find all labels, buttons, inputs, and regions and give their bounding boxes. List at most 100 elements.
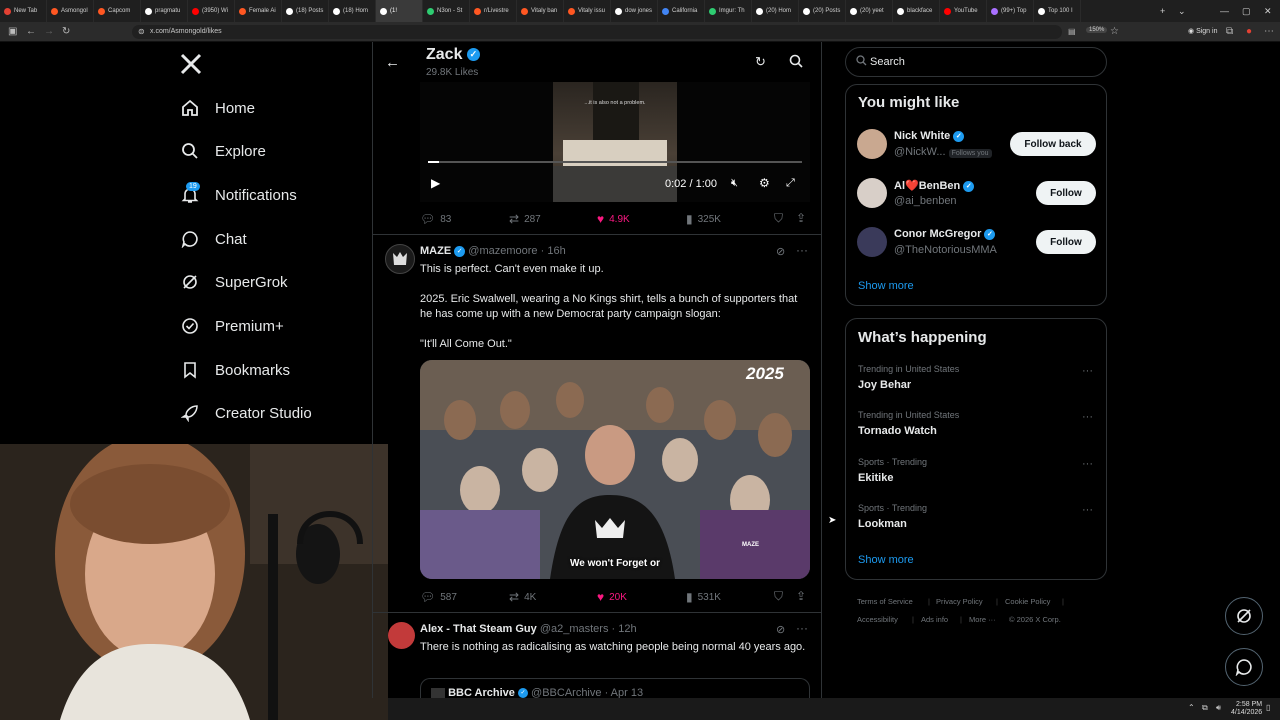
views-button[interactable]: ▮ 531K (686, 590, 721, 604)
nav-bookmarks[interactable]: Bookmarks (180, 355, 290, 385)
follow-back-button[interactable]: Follow back (1010, 132, 1096, 156)
avatar[interactable] (857, 178, 887, 208)
nav-chat[interactable]: Chat (180, 224, 247, 254)
trend-item[interactable]: Ekitike (858, 472, 893, 484)
more-options-icon[interactable]: ··· (796, 621, 808, 635)
follow-button[interactable]: Follow (1036, 181, 1096, 205)
site-info-icon[interactable]: ⊜ (138, 25, 145, 39)
suggestion-name[interactable]: Al❤️BenBen ✓ (894, 179, 975, 192)
profile-icon[interactable]: ● (1246, 26, 1252, 38)
minimize-button[interactable]: — (1220, 0, 1229, 22)
new-tab-button[interactable]: + (1160, 0, 1165, 22)
footer-accessibility-link[interactable]: Accessibility (857, 615, 898, 624)
bookmark-post-button[interactable]: ⛉ (774, 211, 788, 226)
trend-more-options-icon[interactable]: ··· (1082, 411, 1093, 423)
back-button[interactable]: ← (26, 26, 36, 38)
suggestion-name[interactable]: Conor McGregor ✓ (894, 228, 996, 240)
volume-icon[interactable]: 🔊︎ (1216, 703, 1221, 713)
footer-cookie-link[interactable]: Cookie Policy (1005, 597, 1050, 606)
footer-privacy-link[interactable]: Privacy Policy (936, 597, 983, 606)
browser-tab[interactable]: Vitaly ban (517, 0, 564, 22)
tweet-author[interactable]: MAZE ✓ @mazemoore · 16h (420, 245, 566, 257)
browser-tab[interactable]: (18) Posts (282, 0, 329, 22)
browser-tab[interactable]: Top 100 I (1034, 0, 1081, 22)
play-icon[interactable]: ▶ (431, 176, 440, 190)
browser-tab[interactable]: YouTube (940, 0, 987, 22)
trend-item[interactable]: Tornado Watch (858, 425, 937, 437)
back-arrow-icon[interactable]: ← (385, 54, 400, 71)
trend-more-options-icon[interactable]: ··· (1082, 365, 1093, 377)
trend-item[interactable]: Lookman (858, 518, 907, 530)
address-bar[interactable]: ⊜ x.com/Asmongold/likes (132, 25, 1062, 39)
fullscreen-icon[interactable]: ⤢ (786, 177, 795, 190)
browser-tab[interactable]: (20) yeet (846, 0, 893, 22)
repost-button[interactable]: ⇄ 287 (509, 212, 541, 226)
network-icon[interactable]: ⧉ (1202, 703, 1208, 713)
video-player[interactable]: ...it is also not a problem. ▶ 0:02 / 1:… (420, 82, 810, 202)
avatar[interactable] (857, 227, 887, 257)
nav-supergrok[interactable]: SuperGrok (180, 267, 288, 297)
browser-tab[interactable]: Asmongol (47, 0, 94, 22)
maximize-button[interactable]: ▢ (1242, 0, 1251, 22)
footer-terms-link[interactable]: Terms of Service (857, 597, 913, 606)
browser-tab[interactable]: (20) Posts (799, 0, 846, 22)
share-button[interactable]: ⇪ (796, 589, 811, 603)
browser-tab[interactable]: Vitaly issu (564, 0, 611, 22)
reload-button[interactable]: ↻ (62, 26, 70, 38)
favorite-star-icon[interactable]: ☆ (1110, 26, 1119, 38)
header-search-icon[interactable] (789, 54, 803, 71)
nav-home[interactable]: Home (180, 93, 255, 123)
notification-center-icon[interactable]: ▯ (1266, 703, 1270, 712)
search-input[interactable]: Search (845, 47, 1107, 77)
follow-button[interactable]: Follow (1036, 230, 1096, 254)
reader-icon[interactable]: ▤ (1068, 26, 1076, 38)
messages-fab-button[interactable] (1225, 648, 1263, 686)
tab-list-chevron-icon[interactable]: ⌄ (1178, 0, 1186, 22)
trend-more-options-icon[interactable]: ··· (1082, 458, 1093, 470)
browser-tab[interactable]: r/Livestre (470, 0, 517, 22)
footer-more-link[interactable]: More ··· (969, 615, 996, 624)
browser-tab[interactable]: (1! (376, 0, 423, 22)
clock-date[interactable]: 4/14/2026 (1231, 709, 1262, 716)
quoted-tweet[interactable]: BBC Archive ✓ @BBCArchive · Apr 13 (420, 678, 810, 698)
menu-icon[interactable]: ⋯ (1264, 26, 1274, 38)
browser-tab[interactable]: blackface (893, 0, 940, 22)
grok-icon[interactable]: ⊘ (776, 245, 785, 258)
settings-gear-icon[interactable]: ⚙ (759, 176, 770, 190)
browser-tab[interactable]: dow jones (611, 0, 658, 22)
sidebar-toggle-icon[interactable]: ▣ (8, 26, 17, 38)
trend-more-options-icon[interactable]: ··· (1082, 504, 1093, 516)
x-logo-icon[interactable] (180, 53, 202, 75)
tray-chevron-icon[interactable]: ⌃ (1188, 703, 1195, 712)
views-button[interactable]: ▮ 325K (686, 212, 721, 226)
browser-tab[interactable]: (3950) Wi (188, 0, 235, 22)
footer-ads-link[interactable]: Ads info (921, 615, 948, 624)
grok-fab-button[interactable] (1225, 597, 1263, 635)
browser-tab[interactable]: Capcom (94, 0, 141, 22)
like-button[interactable]: ♥ 20K (597, 590, 627, 604)
forward-button[interactable]: → (44, 26, 54, 38)
browser-tab[interactable]: N3on - St (423, 0, 470, 22)
trend-item[interactable]: Joy Behar (858, 379, 911, 391)
reply-button[interactable]: 💬︎ 83 (420, 212, 451, 226)
browser-tab[interactable]: pragmatu (141, 0, 188, 22)
nav-creator-studio[interactable]: Creator Studio (180, 398, 312, 428)
browser-tab[interactable]: Imgur: Th (705, 0, 752, 22)
like-button[interactable]: ♥ 4.9K (597, 212, 630, 226)
reply-button[interactable]: 💬︎ 587 (420, 590, 457, 604)
browser-tab[interactable]: (18) Hom (329, 0, 376, 22)
repost-button[interactable]: ⇄ 4K (509, 590, 536, 604)
nav-premium[interactable]: Premium+ (180, 311, 284, 341)
nav-explore[interactable]: Explore (180, 136, 266, 166)
bookmark-post-button[interactable]: ⛉ (774, 589, 788, 604)
grok-refresh-icon[interactable]: ↻ (755, 54, 766, 70)
avatar[interactable] (385, 244, 415, 274)
show-more-link[interactable]: Show more (858, 280, 914, 292)
browser-tab[interactable]: (99+) Top (987, 0, 1034, 22)
close-window-button[interactable]: ✕ (1264, 0, 1272, 22)
browser-tab[interactable]: Female Ai (235, 0, 282, 22)
tweet-media-image[interactable]: 2025 We won't Forget or MAZE (420, 360, 810, 579)
avatar[interactable] (857, 129, 887, 159)
share-button[interactable]: ⇪ (796, 211, 811, 225)
zoom-indicator[interactable]: 150% (1086, 27, 1108, 33)
